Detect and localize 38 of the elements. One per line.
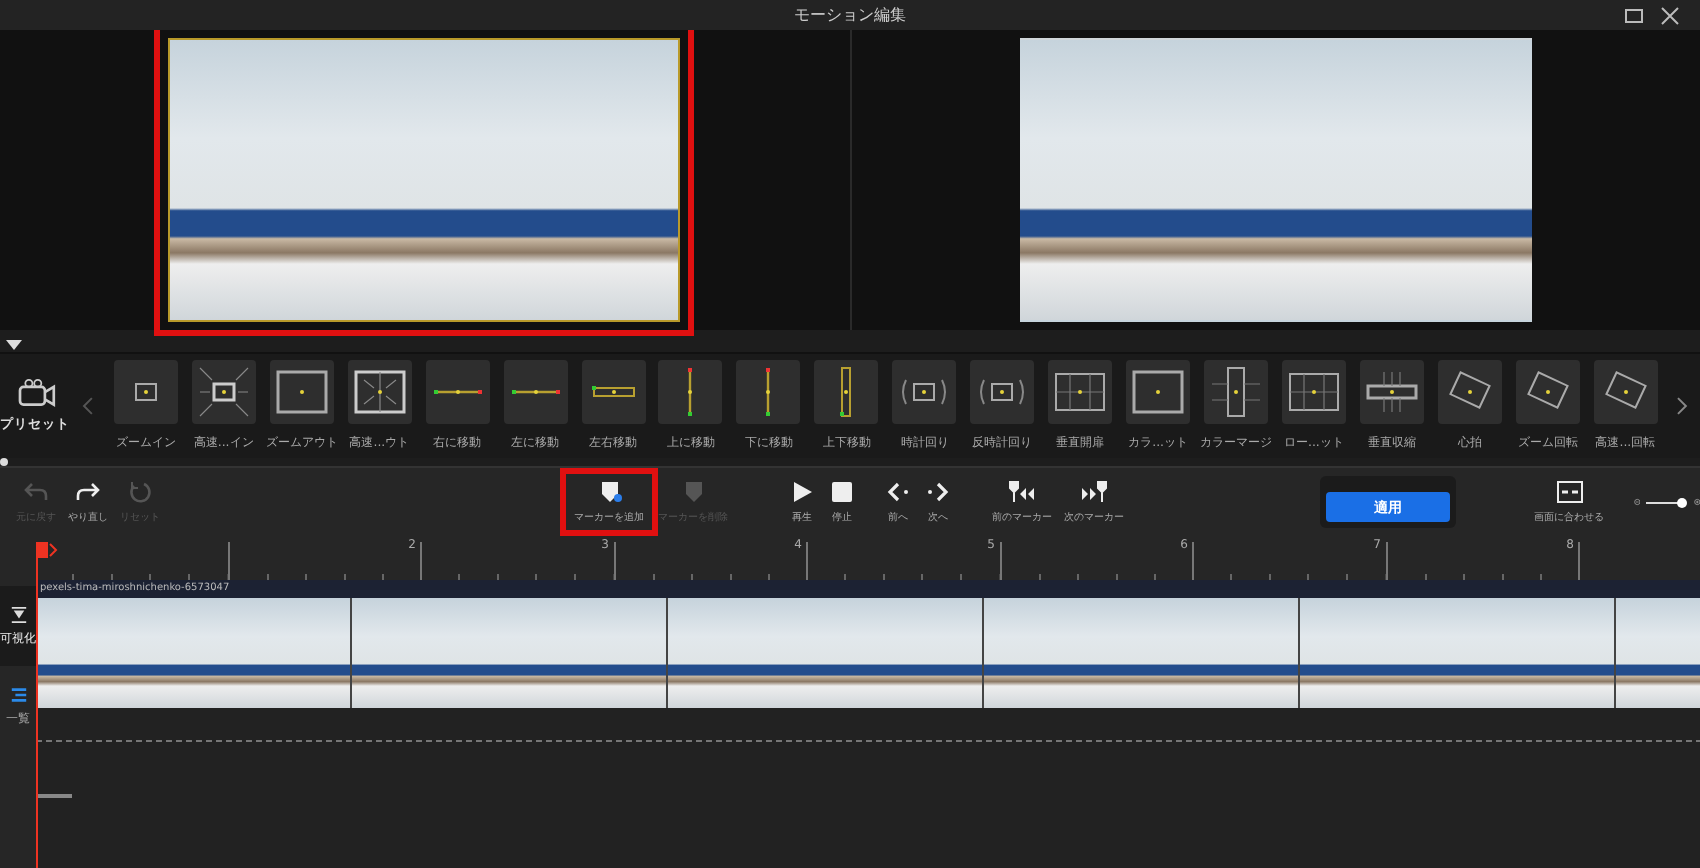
- close-icon[interactable]: [1660, 5, 1680, 25]
- redo-icon: [74, 480, 102, 504]
- preset-thumbnail[interactable]: [1048, 360, 1113, 424]
- play-icon: [788, 480, 816, 504]
- maximize-icon[interactable]: [1624, 5, 1644, 25]
- prev-marker-icon: [1008, 480, 1036, 504]
- list-icon: [9, 685, 27, 703]
- preset-thumbnail[interactable]: [113, 360, 178, 424]
- preset-thumbnail[interactable]: [347, 360, 412, 424]
- preset-thumbnail[interactable]: [191, 360, 256, 424]
- preset-thumbnail[interactable]: [1437, 360, 1502, 424]
- preset-thumbnail[interactable]: [892, 360, 957, 424]
- preset-thumbnail[interactable]: [814, 360, 879, 424]
- preset-thumbnail[interactable]: [970, 360, 1035, 424]
- reset-icon: [126, 480, 154, 504]
- preset-thumbnail[interactable]: [1281, 360, 1346, 424]
- preset-thumbnail[interactable]: [736, 360, 801, 424]
- next-icon: [924, 480, 952, 504]
- stop-icon: [828, 480, 856, 504]
- preset-thumbnail[interactable]: [269, 360, 334, 424]
- undo-icon: [22, 480, 50, 504]
- chevron-right-icon[interactable]: [1676, 396, 1689, 416]
- preset-thumbnail[interactable]: [658, 360, 723, 424]
- next-marker-icon: [1080, 480, 1108, 504]
- preset-thumbnail[interactable]: [1359, 360, 1424, 424]
- fit-screen-icon: [1555, 480, 1583, 504]
- preset-thumbnail[interactable]: [1126, 360, 1191, 424]
- preset-thumbnail[interactable]: [1204, 360, 1268, 424]
- preset-thumbnail[interactable]: [1515, 360, 1580, 424]
- preset-thumbnail[interactable]: [1593, 360, 1658, 424]
- funnel-icon: [9, 605, 27, 623]
- preset-thumbnail[interactable]: [581, 360, 645, 424]
- scrollbar[interactable]: [36, 794, 72, 798]
- window-title: モーション編集: [794, 4, 906, 26]
- camera-icon: [13, 378, 58, 410]
- prev-icon: [884, 480, 912, 504]
- preset-thumbnail[interactable]: [503, 360, 568, 424]
- preset-thumbnail[interactable]: [425, 360, 490, 424]
